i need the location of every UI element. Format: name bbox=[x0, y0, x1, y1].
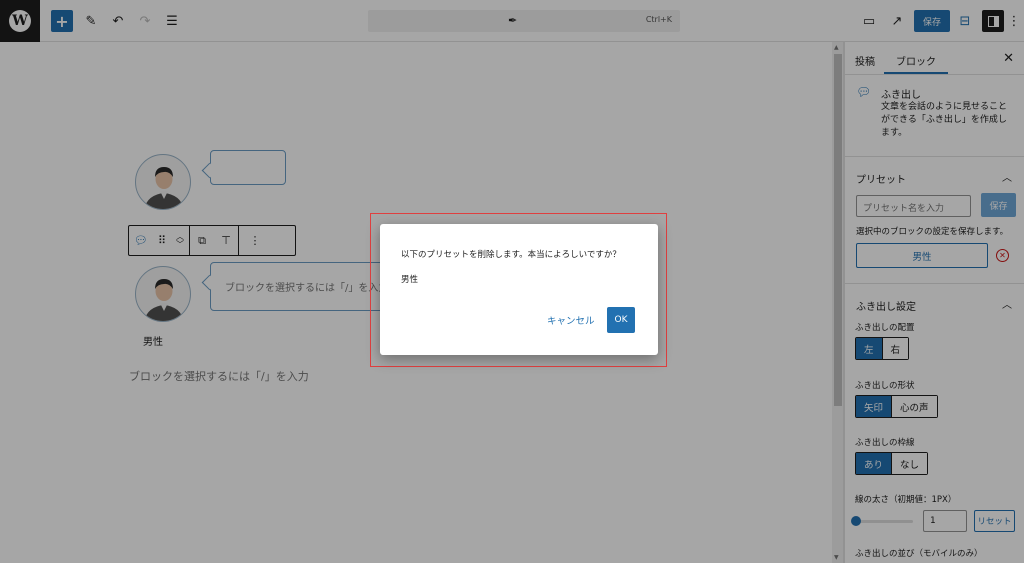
cancel-button[interactable]: キャンセル bbox=[547, 313, 595, 327]
ok-button[interactable]: OK bbox=[607, 307, 635, 333]
confirm-dialog: 以下のプリセットを削除します。本当によろしいですか？ 男性 キャンセル OK bbox=[380, 224, 658, 355]
dialog-message: 以下のプリセットを削除します。本当によろしいですか？ bbox=[401, 250, 621, 260]
dialog-preset-name: 男性 bbox=[401, 275, 419, 285]
